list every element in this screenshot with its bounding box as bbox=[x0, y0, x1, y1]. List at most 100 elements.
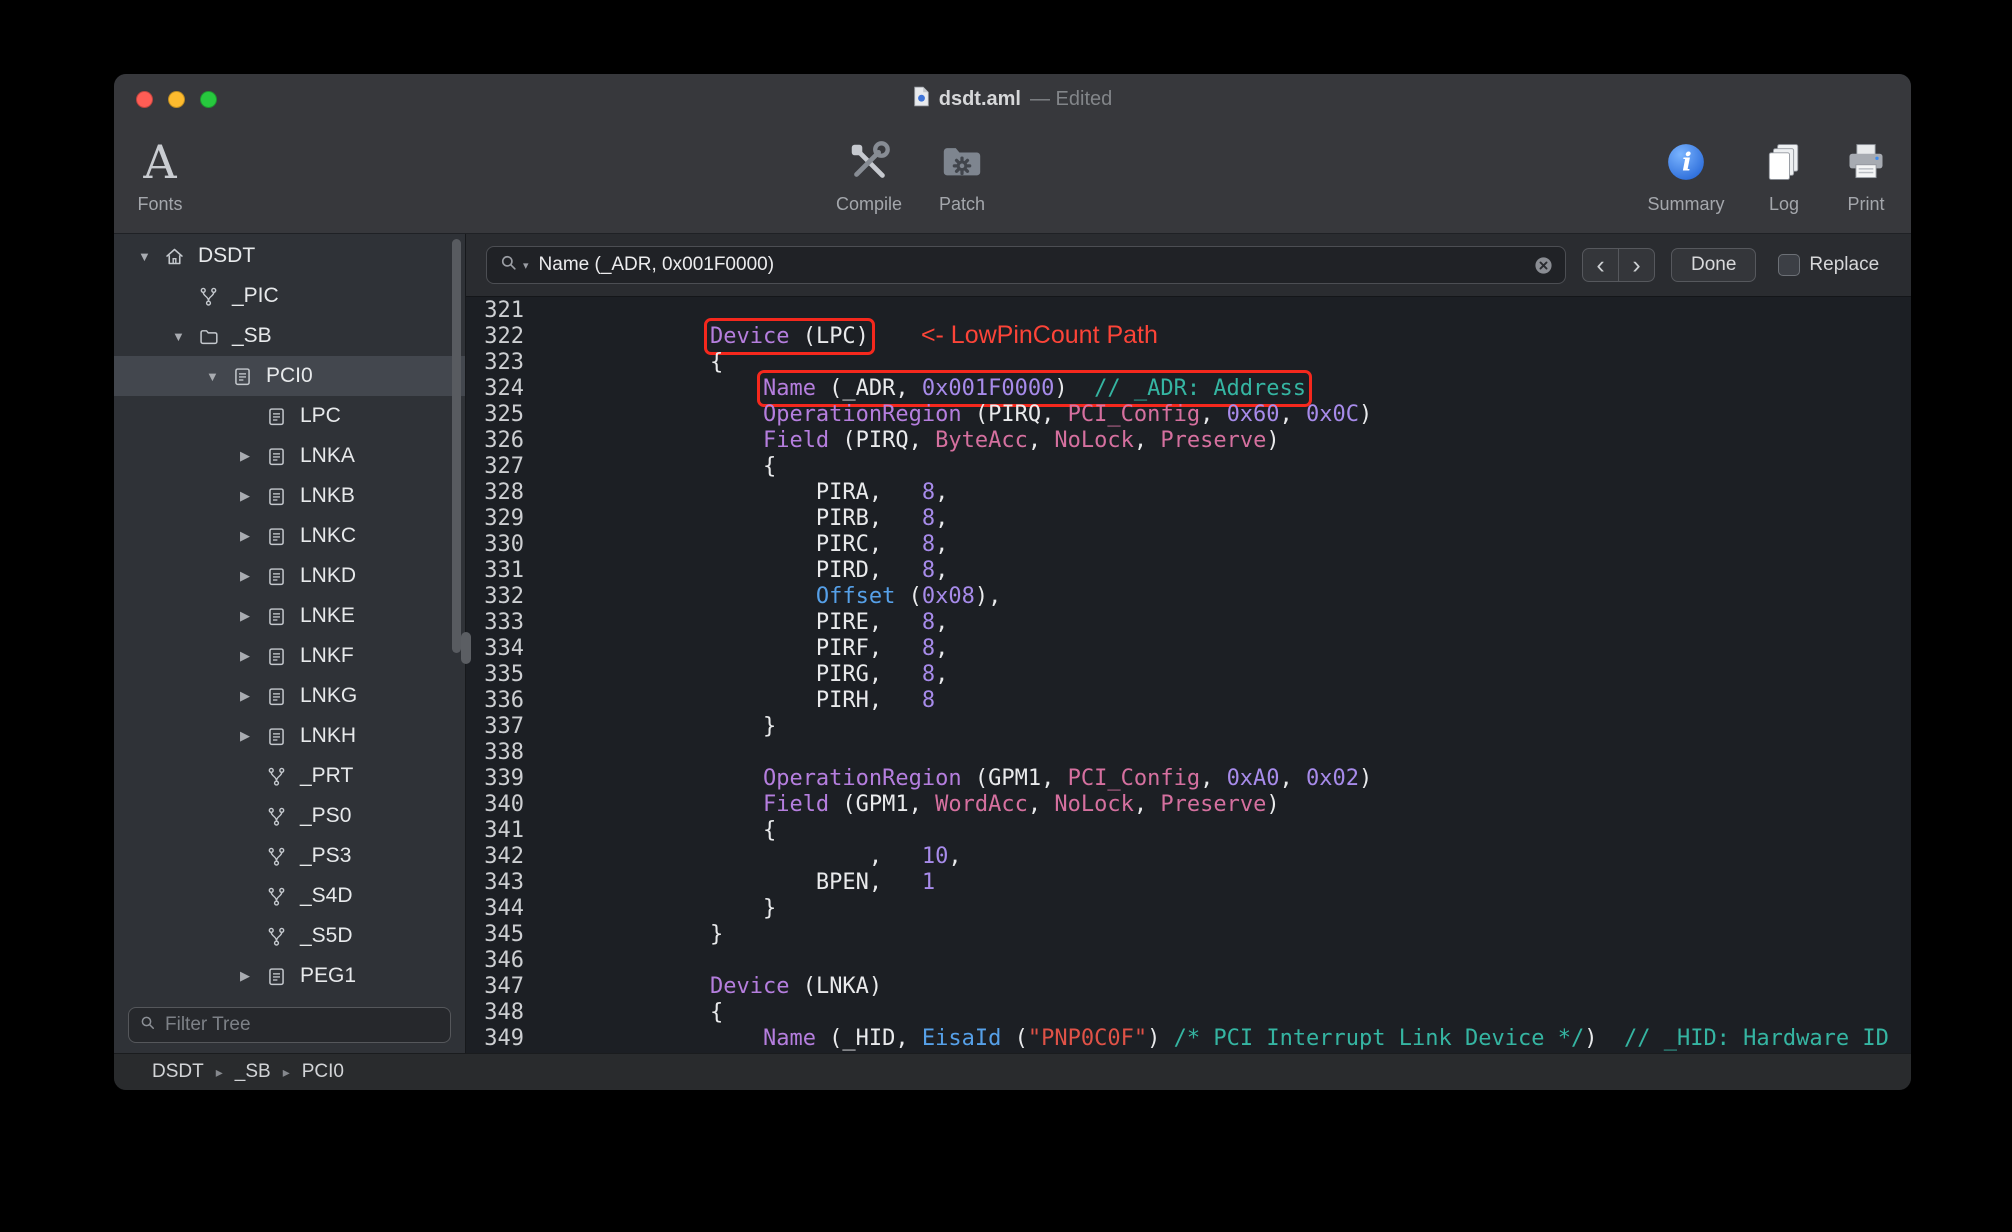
code-line: 326 Field (PIRQ, ByteAcc, NoLock, Preser… bbox=[466, 428, 1911, 454]
sidebar-item-_PIC[interactable]: _PIC bbox=[114, 276, 465, 316]
disclosure-triangle-icon[interactable]: ▶ bbox=[240, 648, 266, 664]
code-token: 0x60 bbox=[1226, 402, 1280, 427]
code-token: { bbox=[604, 454, 777, 479]
code-token: PIRE, bbox=[604, 610, 922, 635]
breadcrumb-item[interactable]: _SB bbox=[235, 1061, 271, 1083]
code-line-content: OperationRegion (GPM1, PCI_Config, 0xA0,… bbox=[524, 766, 1372, 792]
breadcrumb-item[interactable]: PCI0 bbox=[302, 1061, 344, 1083]
disclosure-triangle-icon[interactable]: ▶ bbox=[240, 568, 266, 584]
disclosure-triangle-icon[interactable]: ▶ bbox=[240, 488, 266, 504]
filter-tree-input[interactable] bbox=[165, 1014, 440, 1036]
sidebar-item-DSDT[interactable]: ▼ DSDT bbox=[114, 236, 465, 276]
compile-button[interactable]: Compile bbox=[823, 132, 915, 215]
disclosure-triangle-icon[interactable]: ▶ bbox=[240, 728, 266, 744]
code-line-content: Name (_ADR, 0x001F0000) // _ADR: Address bbox=[524, 370, 1313, 407]
sidebar-item-_PS0[interactable]: _PS0 bbox=[114, 796, 465, 836]
sidebar-item-_PRT[interactable]: _PRT bbox=[114, 756, 465, 796]
maciasl-window: dsdt.aml — Edited A Fonts Compile Patch … bbox=[114, 74, 1911, 1090]
line-number: 321 bbox=[484, 298, 524, 323]
window-title: dsdt.aml bbox=[938, 87, 1021, 110]
code-line: 349 Name (_HID, EisaId ("PNP0C0F") /* PC… bbox=[466, 1026, 1911, 1052]
sidebar-item-LNKE[interactable]: ▶ LNKE bbox=[114, 596, 465, 636]
titlebar[interactable]: dsdt.aml — Edited bbox=[114, 74, 1911, 124]
code-token: { bbox=[604, 1000, 724, 1025]
search-field[interactable]: ▾ bbox=[486, 246, 1566, 284]
sidebar-item-PEG1[interactable]: ▶ PEG1 bbox=[114, 956, 465, 996]
breadcrumb-item[interactable]: DSDT bbox=[152, 1061, 204, 1083]
sidebar-item-PCI0[interactable]: ▼ PCI0 bbox=[114, 356, 465, 396]
sidebar-item-label: PEG1 bbox=[300, 964, 357, 987]
code-token: , bbox=[1027, 792, 1055, 817]
code-line: 348 { bbox=[466, 1000, 1911, 1026]
sidebar-tree: ▼ DSDT _PIC ▼ _SB ▼ PCI0 LPC ▶ LNKA ▶ LNKB ▶ LNKC ▶ LNK… bbox=[114, 234, 465, 999]
sidebar-scrollbar[interactable] bbox=[452, 239, 461, 653]
code-token: , bbox=[935, 558, 949, 583]
sidebar-item-LNKA[interactable]: ▶ LNKA bbox=[114, 436, 465, 476]
code-token: Field bbox=[762, 792, 830, 817]
sidebar-item-LNKF[interactable]: ▶ LNKF bbox=[114, 636, 465, 676]
filter-field[interactable] bbox=[128, 1007, 451, 1043]
code-token: EisaId bbox=[921, 1026, 1002, 1051]
sidebar-item-label: DSDT bbox=[198, 244, 256, 267]
code-line: 330 PIRC, 8, bbox=[466, 532, 1911, 558]
search-scope-chevron-icon[interactable]: ▾ bbox=[523, 259, 529, 272]
code-token: 8 bbox=[921, 688, 936, 713]
line-number: 336 bbox=[484, 688, 524, 713]
zoom-button[interactable] bbox=[200, 90, 217, 108]
code-line-content: Field (PIRQ, ByteAcc, NoLock, Preserve) bbox=[524, 428, 1280, 454]
sidebar-item-_PS3[interactable]: _PS3 bbox=[114, 836, 465, 876]
code-line-content: PIRH, 8 bbox=[524, 688, 935, 714]
code-line-content: , 10, bbox=[524, 844, 962, 870]
disclosure-triangle-icon[interactable]: ▶ bbox=[240, 448, 266, 464]
code-area[interactable]: 321 322 Device (LPC) <- LowPinCount Path 32… bbox=[466, 297, 1911, 1053]
code-line-content: BPEN, 1 bbox=[524, 870, 935, 896]
fonts-button[interactable]: A Fonts bbox=[114, 132, 206, 215]
summary-button[interactable]: i Summary bbox=[1640, 132, 1732, 215]
print-button[interactable]: Print bbox=[1831, 132, 1901, 215]
disclosure-triangle-icon[interactable]: ▶ bbox=[240, 608, 266, 624]
sidebar-item-LNKH[interactable]: ▶ LNKH bbox=[114, 716, 465, 756]
code-line: 339 OperationRegion (GPM1, PCI_Config, 0… bbox=[466, 766, 1911, 792]
disclosure-triangle-icon[interactable]: ▶ bbox=[240, 688, 266, 704]
sidebar-item-LNKD[interactable]: ▶ LNKD bbox=[114, 556, 465, 596]
line-number: 340 bbox=[484, 792, 524, 817]
sidebar-item-_S5D[interactable]: _S5D bbox=[114, 916, 465, 956]
disclosure-triangle-icon[interactable]: ▶ bbox=[240, 968, 266, 984]
done-button[interactable]: Done bbox=[1671, 248, 1757, 282]
device-icon bbox=[266, 486, 293, 507]
code-token: Device bbox=[709, 974, 790, 999]
disclosure-triangle-icon[interactable]: ▼ bbox=[172, 329, 198, 344]
clear-search-icon[interactable] bbox=[1534, 256, 1553, 275]
sidebar-item-_SB[interactable]: ▼ _SB bbox=[114, 316, 465, 356]
pane-splitter-handle[interactable] bbox=[461, 632, 471, 664]
find-next-button[interactable]: › bbox=[1618, 248, 1655, 282]
code-token: , bbox=[1133, 792, 1161, 817]
code-token: , bbox=[935, 506, 949, 531]
minimize-button[interactable] bbox=[168, 90, 185, 108]
find-previous-button[interactable]: ‹ bbox=[1582, 248, 1619, 282]
disclosure-triangle-icon[interactable]: ▼ bbox=[206, 369, 232, 384]
sidebar-item-LNKB[interactable]: ▶ LNKB bbox=[114, 476, 465, 516]
sidebar-item-label: LNKH bbox=[300, 724, 357, 747]
disclosure-triangle-icon[interactable]: ▼ bbox=[138, 249, 164, 264]
sidebar-item-LNKG[interactable]: ▶ LNKG bbox=[114, 676, 465, 716]
sidebar-item-label: _S5D bbox=[300, 924, 353, 947]
code-token: WordAcc bbox=[935, 792, 1028, 817]
sidebar-item-_S4D[interactable]: _S4D bbox=[114, 876, 465, 916]
sidebar-item-LNKC[interactable]: ▶ LNKC bbox=[114, 516, 465, 556]
method-icon bbox=[198, 286, 225, 307]
code-line-content: PIRC, 8, bbox=[524, 532, 948, 558]
close-button[interactable] bbox=[136, 90, 153, 108]
patch-button[interactable]: Patch bbox=[916, 132, 1008, 215]
find-nav-segment: ‹ › bbox=[1582, 248, 1655, 282]
sidebar-item-LPC[interactable]: LPC bbox=[114, 396, 465, 436]
log-button[interactable]: Log bbox=[1749, 132, 1819, 215]
disclosure-triangle-icon[interactable]: ▶ bbox=[240, 528, 266, 544]
search-input[interactable] bbox=[538, 254, 1530, 276]
editor-pane: ▾ ‹ › Done Replace bbox=[466, 234, 1911, 1053]
replace-checkbox[interactable] bbox=[1778, 254, 1801, 276]
sidebar-item-label: _PRT bbox=[300, 764, 354, 787]
device-icon bbox=[232, 366, 259, 387]
line-number: 323 bbox=[484, 350, 524, 375]
